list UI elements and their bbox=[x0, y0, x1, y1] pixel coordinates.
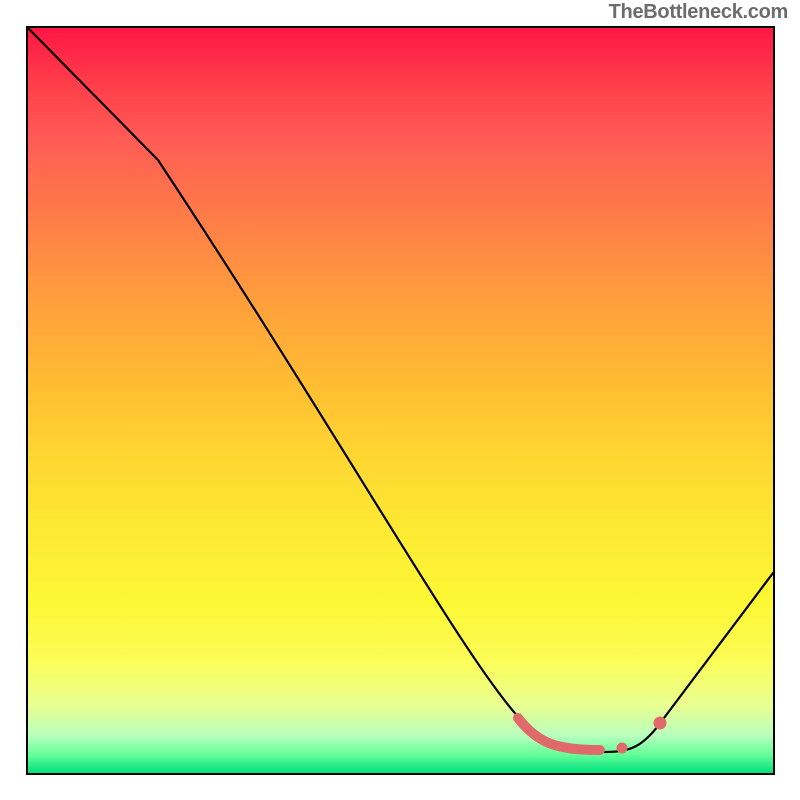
bottleneck-curve bbox=[28, 28, 773, 752]
highlight-dot-1 bbox=[617, 743, 628, 754]
highlight-dot-2 bbox=[654, 717, 667, 730]
plot-area bbox=[26, 26, 775, 775]
attribution-text: TheBottleneck.com bbox=[609, 1, 788, 24]
curve-layer bbox=[28, 28, 773, 773]
highlight-segment bbox=[518, 718, 600, 750]
chart-container: TheBottleneck.com bbox=[0, 0, 800, 800]
